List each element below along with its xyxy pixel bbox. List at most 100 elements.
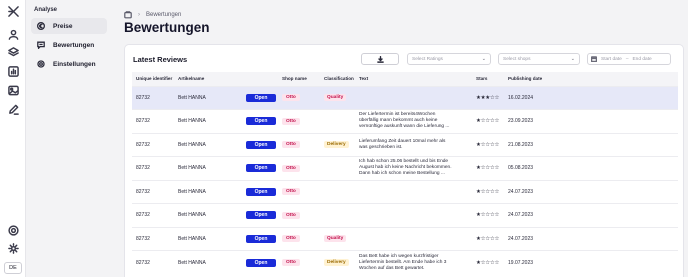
col-header-classification[interactable]: Classification (320, 72, 355, 86)
star-rating: ★☆☆☆☆ (476, 259, 500, 266)
start-date-placeholder: Start date (601, 56, 622, 62)
reviews-title: Latest Reviews (133, 55, 188, 64)
cell-article: Bett HANNA (174, 132, 242, 157)
review-text: Ich hab schon 25.06 bestellt und bis End… (359, 159, 452, 177)
table-row[interactable]: 82732 Bett HANNA Open Otto ★☆☆☆☆ 24.07.2023 (132, 179, 678, 204)
download-icon (376, 55, 384, 63)
cell-classification (320, 203, 355, 227)
image-icon[interactable] (8, 85, 19, 96)
shop-badge: Otto (282, 164, 300, 172)
cell-shop: Otto (278, 156, 320, 180)
cell-classification (320, 179, 355, 204)
cell-text: Der Liefertermin ist bereits4Wochen über… (355, 109, 472, 133)
cell-stars: ★☆☆☆☆ (472, 226, 504, 251)
cell-stars: ★☆☆☆☆ (472, 132, 504, 157)
shops-select-placeholder: Select shops (503, 56, 531, 62)
date-range-picker[interactable]: Start date – End date (587, 53, 671, 65)
review-text: Der Liefertermin ist bereits4Wochen über… (359, 112, 450, 130)
open-button[interactable]: Open (246, 117, 276, 126)
pencil-icon[interactable] (8, 104, 19, 115)
col-header-text[interactable]: Text (355, 72, 472, 86)
shop-badge: Otto (282, 188, 300, 196)
table-row[interactable]: 82732 Bett HANNA Open Otto Delivery Lieferumf… (132, 132, 678, 157)
end-date-placeholder: End date (632, 56, 652, 62)
table-row[interactable]: 82732 Bett HANNA Open Otto Quality ★★★☆☆ 16.02… (132, 85, 678, 110)
logo-icon[interactable] (8, 6, 19, 17)
cell-article: Bett HANNA (174, 203, 242, 227)
cell-article: Bett HANNA (174, 226, 242, 251)
classification-badge: Quality (324, 94, 347, 102)
cell-article: Bett HANNA (174, 179, 242, 204)
download-button[interactable] (361, 53, 399, 65)
cell-text: Das Bett habe ich wegen kurzfristiger Li… (355, 250, 472, 274)
open-button[interactable]: Open (246, 187, 276, 196)
shops-select[interactable]: Select shops ⌄ (498, 53, 580, 65)
shop-badge: Otto (282, 141, 300, 149)
home-icon[interactable] (124, 11, 132, 19)
table-row[interactable]: 82732 Bett HANNA Open Otto ★☆☆☆☆ 24.07.2023 (132, 203, 678, 227)
breadcrumb-current[interactable]: Bewertungen (146, 12, 181, 18)
language-switcher[interactable]: DE (4, 262, 22, 274)
open-button[interactable]: Open (246, 211, 276, 220)
sidebar-item-preise[interactable]: Preise (31, 18, 107, 34)
cell-date: 23.09.2023 (504, 109, 678, 133)
sidebar-item-label: Einstellungen (53, 60, 96, 68)
open-button[interactable]: Open (246, 93, 276, 102)
cell-date: 19.07.2023 (504, 250, 678, 274)
cell-stars: ★☆☆☆☆ (472, 203, 504, 227)
bar-chart-icon[interactable] (8, 66, 19, 77)
cell-id: 82732 (132, 226, 174, 251)
star-rating: ★☆☆☆☆ (476, 141, 500, 148)
cell-text (355, 203, 472, 227)
cell-classification: Quality (320, 85, 355, 110)
euro-icon (37, 22, 45, 30)
comment-icon (37, 41, 45, 49)
table-row[interactable]: 82732 Bett HANNA Open Otto Quality ★☆☆☆☆ 24.07… (132, 226, 678, 251)
cell-article: Bett HANNA (174, 156, 242, 180)
col-header-date[interactable]: Publishing date (504, 72, 678, 86)
star-rating: ★☆☆☆☆ (476, 235, 500, 242)
open-button[interactable]: Open (246, 234, 276, 243)
reviews-card: Latest Reviews Select Ratings ⌄ Select s… (124, 44, 684, 277)
cell-id: 82732 (132, 85, 174, 110)
open-button[interactable]: Open (246, 258, 276, 267)
cell-action: Open (242, 226, 278, 251)
col-header-action (242, 72, 278, 86)
support-icon[interactable] (8, 225, 19, 236)
cell-action: Open (242, 132, 278, 157)
gear-icon[interactable] (8, 243, 19, 254)
cell-shop: Otto (278, 109, 320, 133)
chevron-right-icon: › (138, 12, 140, 18)
col-header-shop[interactable]: Shop name (278, 72, 320, 86)
cell-stars: ★★★☆☆ (472, 85, 504, 110)
cell-article: Bett HANNA (174, 109, 242, 133)
cell-date: 24.07.2023 (504, 203, 678, 227)
cell-stars: ★☆☆☆☆ (472, 109, 504, 133)
cell-id: 82732 (132, 132, 174, 157)
cell-stars: ★☆☆☆☆ (472, 250, 504, 274)
open-button[interactable]: Open (246, 164, 276, 173)
cell-shop: Otto (278, 203, 320, 227)
ratings-select[interactable]: Select Ratings ⌄ (407, 53, 491, 65)
page-title: Bewertungen (124, 20, 210, 35)
cell-shop: Otto (278, 226, 320, 251)
cell-action: Open (242, 109, 278, 133)
layers-icon[interactable] (8, 47, 19, 58)
col-header-stars[interactable]: Stars (472, 72, 504, 86)
col-header-id[interactable]: Unique identifier (132, 72, 174, 86)
classification-badge: Quality (324, 235, 347, 243)
cell-date: 05.08.2023 (504, 156, 678, 180)
sidebar-item-bewertungen[interactable]: Bewertungen (31, 37, 107, 53)
cell-article: Bett HANNA (174, 250, 242, 274)
cell-id: 82732 (132, 179, 174, 204)
col-header-article[interactable]: Artikelname (174, 72, 242, 86)
table-row[interactable]: 82732 Bett HANNA Open Otto Delivery Das Bett … (132, 250, 678, 274)
cell-action: Open (242, 203, 278, 227)
table-row[interactable]: 82732 Bett HANNA Open Otto Der Liefertermin … (132, 109, 678, 133)
cell-date: 21.08.2023 (504, 132, 678, 157)
table-row[interactable]: 82732 Bett HANNA Open Otto Ich hab schon 25.… (132, 156, 678, 180)
sidebar-item-einstellungen[interactable]: Einstellungen (31, 56, 107, 72)
sidebar: Analyse Preise Bewertungen Einstellungen (26, 0, 114, 277)
open-button[interactable]: Open (246, 140, 276, 149)
user-icon[interactable] (8, 29, 19, 40)
